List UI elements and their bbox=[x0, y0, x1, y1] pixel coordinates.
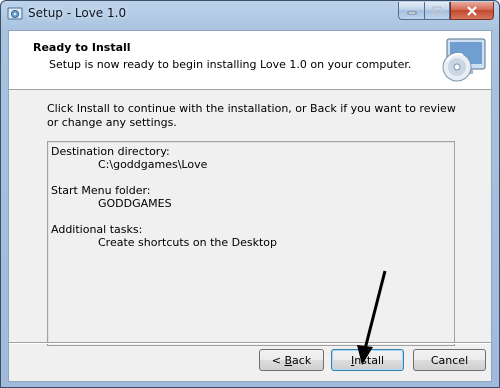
install-button[interactable]: Install bbox=[331, 349, 404, 371]
maximize-button[interactable] bbox=[424, 2, 450, 20]
summary-destination: Destination directory: C:\goddgames\Love bbox=[51, 145, 207, 171]
instruction-text: Click Install to continue with the insta… bbox=[47, 102, 456, 129]
caption-buttons bbox=[398, 2, 494, 21]
back-button[interactable]: < Back bbox=[259, 349, 324, 371]
back-button-label: ack bbox=[292, 353, 312, 367]
summary-label: Start Menu folder: bbox=[51, 184, 151, 197]
setup-app-icon bbox=[7, 7, 23, 20]
back-button-accel: B bbox=[284, 353, 293, 367]
close-icon bbox=[467, 5, 477, 16]
summary-value: Create shortcuts on the Desktop bbox=[98, 236, 277, 249]
summary-value: C:\goddgames\Love bbox=[98, 158, 208, 171]
summary-start-menu: Start Menu folder: GODDGAMES bbox=[51, 184, 172, 210]
setup-window: Setup - Love 1.0 Ready to Install Setup … bbox=[0, 0, 500, 388]
page-subtitle: Setup is now ready to begin installing L… bbox=[49, 58, 412, 71]
install-disc-icon bbox=[442, 38, 486, 82]
back-button-prefix: < bbox=[271, 353, 285, 367]
install-button-label: nstall bbox=[354, 353, 385, 367]
close-button[interactable] bbox=[450, 2, 494, 20]
summary-tasks: Additional tasks: Create shortcuts on th… bbox=[51, 223, 277, 249]
summary-label: Destination directory: bbox=[51, 145, 170, 158]
cancel-button[interactable]: Cancel bbox=[413, 349, 486, 371]
window-title: Setup - Love 1.0 bbox=[28, 6, 127, 20]
footer-divider bbox=[9, 342, 491, 344]
install-summary-memo[interactable]: Destination directory: C:\goddgames\Love… bbox=[47, 141, 455, 346]
cancel-button-label: Cancel bbox=[430, 353, 469, 367]
minimize-icon bbox=[407, 11, 416, 14]
wizard-header: Ready to Install Setup is now ready to b… bbox=[9, 31, 491, 90]
summary-value: GODDGAMES bbox=[98, 197, 172, 210]
wizard-client-area: Ready to Install Setup is now ready to b… bbox=[8, 30, 492, 382]
maximize-icon bbox=[432, 6, 442, 15]
summary-label: Additional tasks: bbox=[51, 223, 143, 236]
minimize-button[interactable] bbox=[398, 2, 424, 20]
page-title: Ready to Install bbox=[33, 41, 131, 54]
title-bar[interactable]: Setup - Love 1.0 bbox=[1, 1, 499, 29]
